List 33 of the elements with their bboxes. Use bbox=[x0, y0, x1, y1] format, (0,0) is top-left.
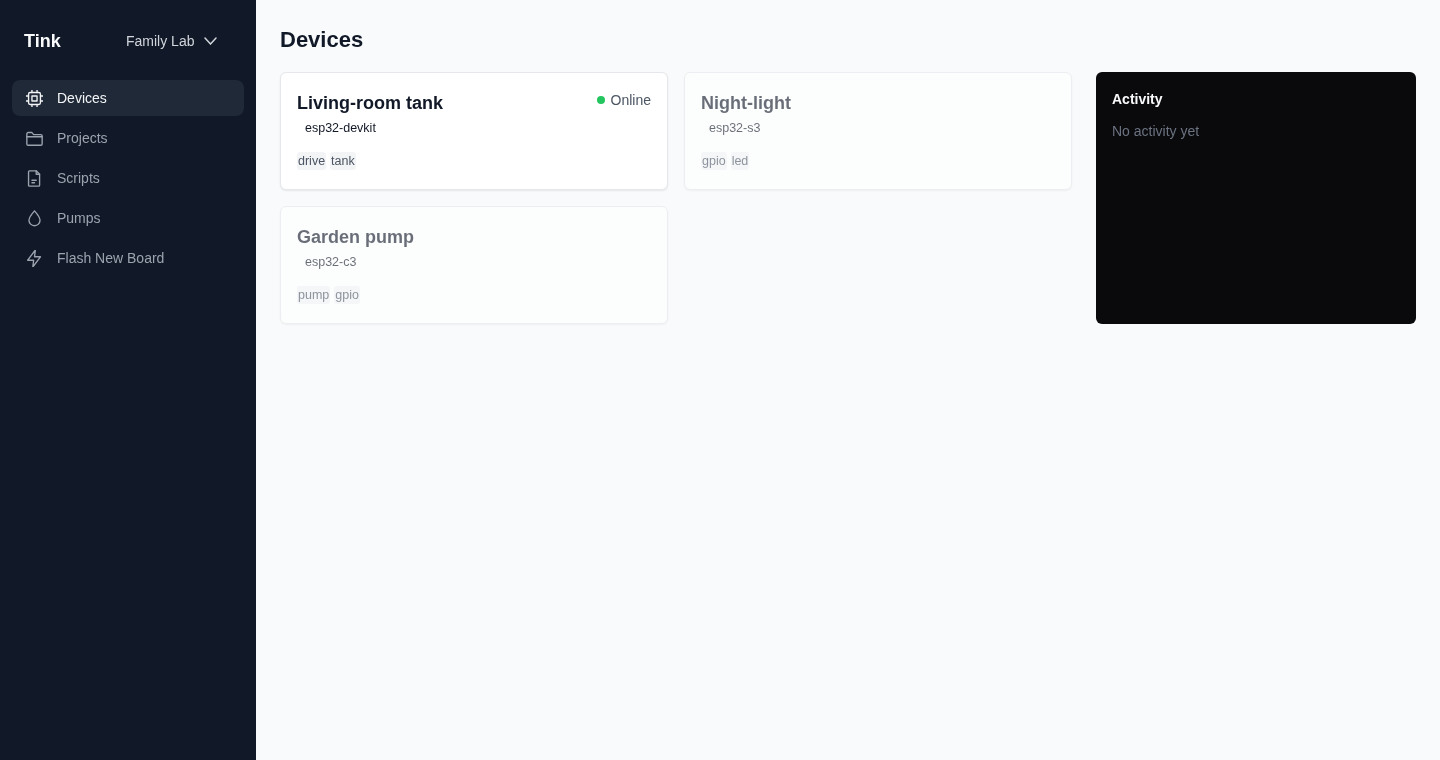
device-card[interactable]: Living-room tank Online esp32-devkit drive tank bbox=[280, 72, 668, 190]
chevron-down-icon bbox=[204, 37, 218, 45]
workspace-selector[interactable]: Family Lab bbox=[126, 33, 218, 49]
brand-name: Tink bbox=[24, 30, 62, 52]
tag: pump bbox=[297, 286, 331, 304]
file-icon bbox=[26, 169, 43, 187]
tag: drive bbox=[297, 152, 327, 170]
board-label: esp32-s3 bbox=[708, 120, 762, 137]
folder-icon bbox=[26, 129, 43, 147]
tag: tank bbox=[330, 152, 356, 170]
board-label: esp32-c3 bbox=[304, 254, 358, 271]
nav-item[interactable]: Flash New Board bbox=[12, 240, 244, 276]
page-title: Devices bbox=[280, 26, 365, 54]
device-card[interactable]: Garden pump esp32-c3 pump gpio bbox=[280, 206, 668, 324]
nav-item[interactable]: Projects bbox=[12, 120, 244, 156]
tag: led bbox=[730, 152, 750, 170]
device-card[interactable]: Night-light esp32-s3 gpio led bbox=[684, 72, 1072, 190]
nav-item[interactable]: Scripts bbox=[12, 160, 244, 196]
device-name: Night-light bbox=[701, 92, 791, 115]
tag: gpio bbox=[701, 152, 727, 170]
device-name: Living-room tank bbox=[297, 92, 443, 115]
status-text: Online bbox=[610, 91, 651, 110]
device-name: Garden pump bbox=[297, 226, 414, 249]
drop-icon bbox=[26, 209, 43, 227]
nav-item[interactable]: Pumps bbox=[12, 200, 244, 236]
bolt-icon bbox=[26, 249, 43, 267]
empty-message: No activity yet bbox=[1112, 122, 1201, 140]
nav-item[interactable]: Devices bbox=[12, 80, 244, 116]
activity-title: Activity bbox=[1112, 90, 1164, 108]
status-dot-icon bbox=[596, 96, 605, 104]
board-label: esp32-devkit bbox=[304, 120, 377, 137]
chip-icon bbox=[26, 89, 43, 107]
tag: gpio bbox=[334, 286, 360, 304]
